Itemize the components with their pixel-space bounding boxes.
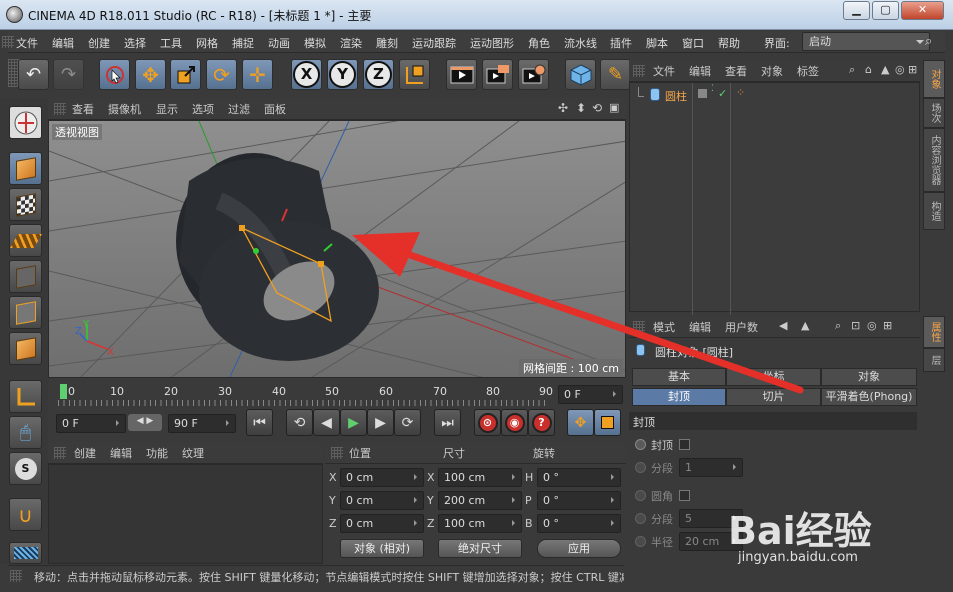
watermark-url: jingyan.baidu.com — [738, 550, 858, 565]
baidu-watermark: Bai经验 jingyan.baidu.com — [728, 500, 928, 572]
watermark-brand: Bai经验 — [728, 509, 872, 553]
